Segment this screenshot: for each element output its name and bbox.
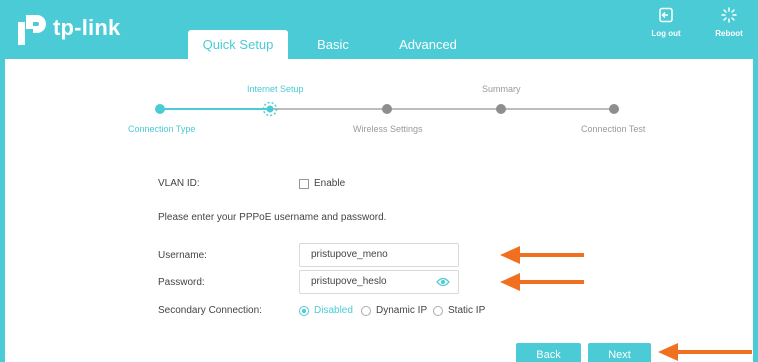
logout-button[interactable]: Log out [646,7,686,38]
step-label-connection-type: Connection Type [128,124,196,134]
step-label-internet-setup: Internet Setup [247,84,304,94]
radio-dynamic-ip-label: Dynamic IP [376,305,428,316]
step-line-completed [160,108,270,110]
step-line-remaining [270,108,615,110]
reboot-icon [721,7,737,23]
radio-disabled-label: Disabled [314,305,353,316]
secondary-connection-label: Secondary Connection: [158,305,262,316]
vlan-enable-label: Enable [314,178,346,189]
radio-disabled[interactable] [299,306,309,316]
reboot-label: Reboot [715,29,743,38]
step-dot-connection-type [155,104,165,114]
radio-dynamic-ip[interactable] [361,306,371,316]
annotation-arrow-next [658,343,752,361]
left-frame-border [0,59,5,362]
right-frame-border [753,59,758,362]
reboot-button[interactable]: Reboot [709,7,749,38]
tab-quick-setup[interactable]: Quick Setup [188,30,288,59]
step-label-connection-test: Connection Test [581,124,646,134]
annotation-arrow-username [500,246,584,264]
top-header: tp-link Quick Setup Basic Advanced Log o… [0,0,758,59]
annotation-arrow-password [500,273,584,291]
brand-name: tp-link [53,15,121,40]
logout-icon [659,7,673,23]
radio-static-ip[interactable] [433,306,443,316]
step-dot-wireless-settings [382,104,392,114]
vlan-enable-checkbox[interactable] [299,179,309,189]
vlan-label: VLAN ID: [158,178,200,189]
logout-label: Log out [651,29,681,38]
next-button[interactable]: Next [588,343,651,362]
password-input[interactable]: pristupove_heslo [299,270,459,294]
step-current-icon [262,101,278,117]
radio-static-ip-label: Static IP [448,305,486,316]
username-label: Username: [158,250,207,261]
step-dot-summary [496,104,506,114]
password-value: pristupove_heslo [311,276,387,287]
username-input[interactable]: pristupove_meno [299,243,459,267]
back-button[interactable]: Back [516,343,581,362]
step-label-summary: Summary [482,84,521,94]
tp-link-logo-icon [18,15,46,45]
tp-link-logo: tp-link [12,9,120,47]
show-password-icon[interactable] [436,276,450,288]
main-tabs: Quick Setup Basic Advanced [188,30,478,59]
tab-advanced[interactable]: Advanced [378,30,478,59]
step-dot-connection-test [609,104,619,114]
tab-basic[interactable]: Basic [288,30,378,59]
password-label: Password: [158,277,205,288]
pppoe-instructions: Please enter your PPPoE username and pas… [158,212,387,223]
step-label-wireless-settings: Wireless Settings [353,124,423,134]
